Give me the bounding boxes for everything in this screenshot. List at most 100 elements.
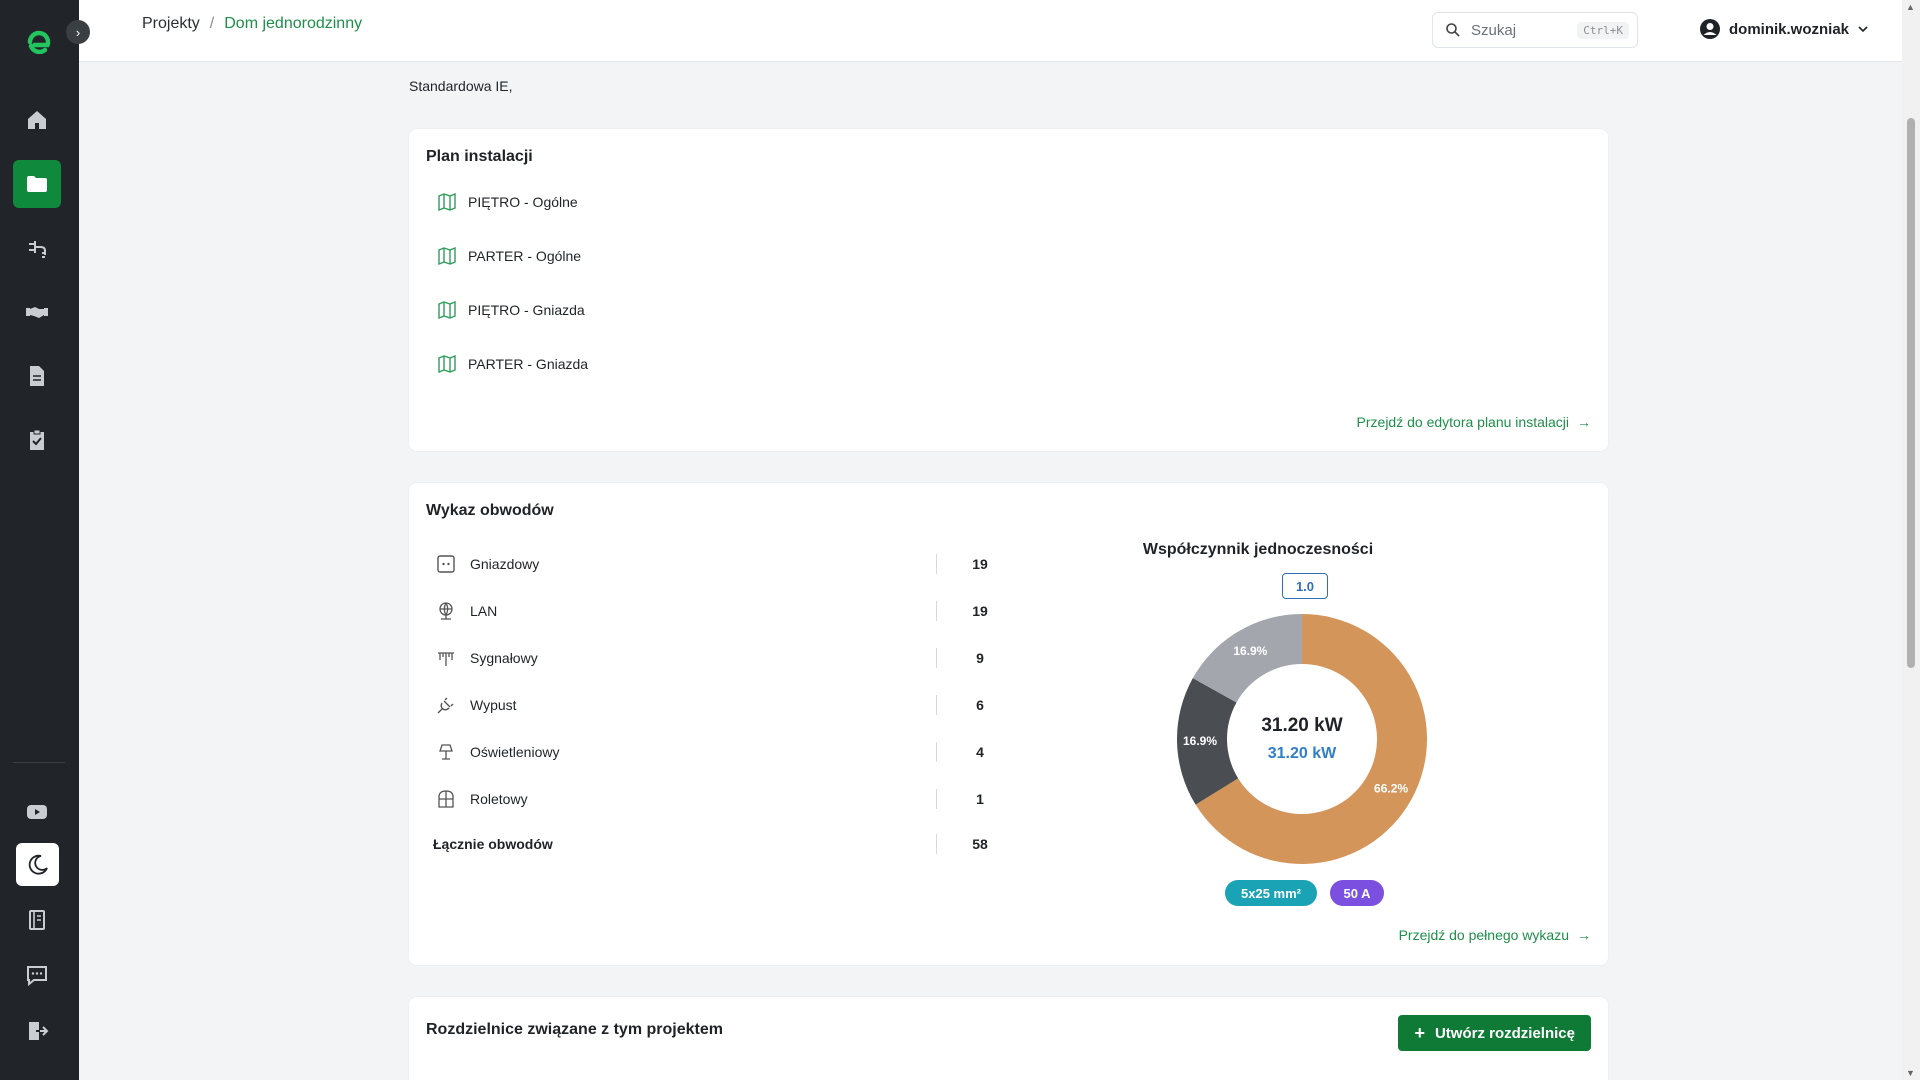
plan-item-label: PARTER - Ogólne [468, 248, 582, 264]
topbar: Projekty / Dom jednorodzinny Szukaj Ctrl… [79, 0, 1902, 62]
plan-item[interactable]: PARTER - Gniazda [438, 355, 588, 373]
simultaneity-factor-badge[interactable]: 1.0 [1282, 573, 1328, 599]
socket-icon [436, 554, 456, 574]
circuit-count: 9 [976, 650, 984, 666]
circuit-row: Oświetleniowy 4 [436, 737, 991, 767]
user-name: dominik.wozniak [1729, 20, 1850, 38]
full-list-link[interactable]: Przejdź do pełnego wykazu → [1399, 927, 1591, 943]
plan-item-label: PIĘTRO - Gniazda [468, 302, 585, 318]
circuit-name: Wypust [470, 697, 517, 713]
youtube-icon [27, 805, 47, 819]
handshake-icon [26, 307, 48, 318]
sidebar-item-partners[interactable] [13, 288, 61, 336]
breadcrumb-projects[interactable]: Projekty [142, 15, 200, 33]
chevron-right-icon: › [75, 24, 81, 40]
circuit-total-row: Łącznie obwodów 58 [433, 829, 991, 859]
circuit-row: Wypust 6 [436, 690, 991, 720]
sidebar-item-youtube[interactable] [13, 788, 61, 836]
user-menu[interactable]: dominik.wozniak [1699, 18, 1869, 40]
donut-slice-label: 16.9% [1233, 644, 1267, 658]
circuit-name: Gniazdowy [470, 556, 540, 572]
circuit-row: LAN 19 [436, 596, 991, 626]
document-icon [30, 366, 44, 386]
sidebar-item-projects[interactable] [13, 160, 61, 208]
moon-icon [28, 854, 48, 875]
breadcrumb-current[interactable]: Dom jednorodzinny [224, 15, 362, 33]
page-scrollbar[interactable]: ▲ ▼ [1902, 0, 1920, 1080]
row-separator [936, 742, 937, 762]
plug-outlet-icon [436, 695, 456, 715]
circuit-total-count: 58 [972, 836, 988, 852]
map-icon [438, 247, 456, 265]
row-separator [936, 601, 937, 621]
sidebar-item-home[interactable] [13, 96, 61, 144]
sidebar-item-circuits[interactable] [13, 224, 61, 272]
donut-chart: 66.2%16.9%16.9% [1177, 614, 1427, 864]
installation-plan-card: Plan instalacji PIĘTRO - Ogólne PARTER -… [409, 129, 1608, 451]
sidebar [0, 0, 79, 1080]
scroll-down-icon[interactable]: ▼ [1906, 1068, 1915, 1078]
circuit-name: Roletowy [470, 791, 528, 807]
sidebar-item-docs[interactable] [13, 896, 61, 944]
map-icon [438, 355, 456, 373]
sidebar-item-tasks[interactable] [13, 416, 61, 464]
circuit-row: Sygnałowy 9 [436, 643, 991, 673]
circuit-row: Gniazdowy 19 [436, 549, 991, 579]
theme-toggle-button[interactable] [16, 843, 59, 886]
sidebar-divider [13, 762, 65, 763]
antenna-icon [436, 648, 456, 668]
cable-badge: 5x25 mm² [1225, 880, 1317, 906]
create-distribution-label: Utwórz rozdzielnicę [1434, 1024, 1575, 1042]
sidebar-expand-button[interactable]: › [66, 20, 90, 44]
scroll-thumb[interactable] [1907, 118, 1915, 668]
scroll-up-icon[interactable]: ▲ [1906, 2, 1915, 12]
plus-icon: + [1414, 1022, 1425, 1043]
chat-icon [27, 966, 47, 987]
map-icon [438, 193, 456, 211]
breadcrumb-separator: / [209, 15, 215, 32]
plan-item[interactable]: PIĘTRO - Ogólne [438, 193, 578, 211]
window-shutter-icon [436, 789, 456, 809]
plan-item[interactable]: PARTER - Ogólne [438, 247, 581, 265]
sidebar-item-documents[interactable] [13, 352, 61, 400]
donut-slice-label: 66.2% [1374, 782, 1408, 796]
home-icon [28, 111, 46, 129]
full-list-link-label: Przejdź do pełnego wykazu [1398, 927, 1569, 943]
row-separator [936, 554, 937, 574]
chevron-down-icon [1858, 26, 1868, 33]
plan-title: Plan instalacji [426, 148, 533, 165]
sidebar-item-logout[interactable] [13, 1007, 61, 1055]
plan-editor-link-label: Przejdź do edytora planu instalacji [1356, 414, 1569, 430]
user-avatar-icon [1700, 19, 1720, 39]
chart-center-subvalue: 31.20 kW [1267, 745, 1337, 762]
search-input[interactable]: Szukaj Ctrl+K [1432, 12, 1638, 48]
row-separator [936, 695, 937, 715]
search-shortcut: Ctrl+K [1577, 21, 1629, 39]
circuit-count: 19 [972, 603, 988, 619]
distribution-title: Rozdzielnice związane z tym projektem [426, 1021, 723, 1038]
circuit-count: 19 [972, 556, 988, 572]
row-separator [936, 648, 937, 668]
chart-center-value: 31.20 kW [1261, 715, 1343, 736]
chart-title: Współczynnik jednoczesności [1142, 541, 1374, 558]
row-separator [936, 789, 937, 809]
plan-editor-link[interactable]: Przejdź do edytora planu instalacji → [1357, 414, 1591, 430]
search-placeholder: Szukaj [1471, 21, 1517, 39]
row-separator [936, 834, 937, 854]
e-logo-icon[interactable] [27, 30, 51, 54]
circuit-name: Sygnałowy [470, 650, 538, 666]
plan-item[interactable]: PIĘTRO - Gniazda [438, 301, 585, 319]
circuit-name: LAN [470, 603, 498, 619]
distribution-card: Rozdzielnice związane z tym projektem + … [409, 997, 1608, 1080]
book-icon [29, 910, 45, 930]
circuit-count: 4 [976, 744, 984, 760]
plan-item-label: PARTER - Gniazda [468, 356, 589, 372]
circuit-total-label: Łącznie obwodów [433, 836, 553, 852]
create-distribution-button[interactable]: + Utwórz rozdzielnicę [1398, 1015, 1591, 1051]
globe-network-icon [436, 601, 456, 621]
sidebar-item-feedback[interactable] [13, 951, 61, 999]
plug-icon [29, 241, 46, 258]
current-badge: 50 A [1330, 880, 1384, 906]
arrow-right-icon: → [1577, 927, 1591, 943]
lamp-icon [436, 742, 456, 762]
